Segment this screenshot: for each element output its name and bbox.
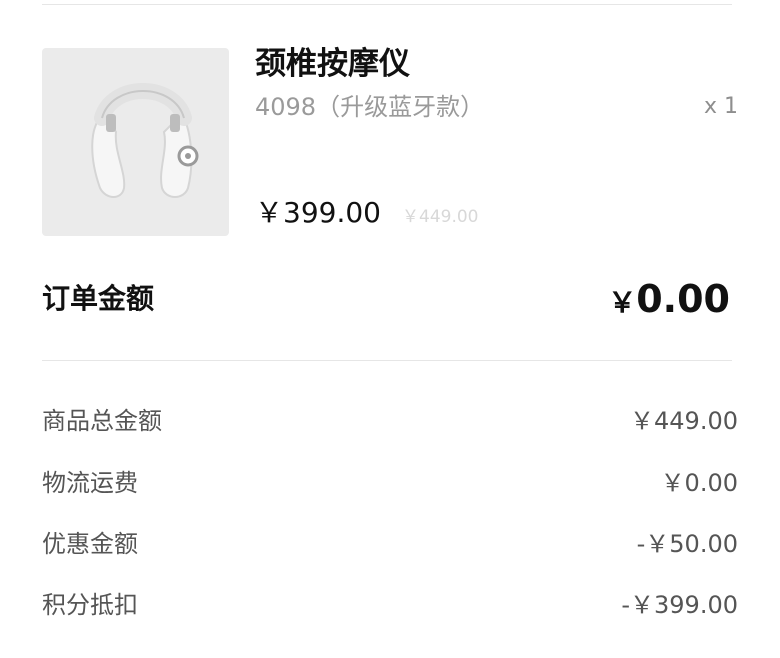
summary-label: 积分抵扣 <box>42 591 138 619</box>
summary-label: 优惠金额 <box>42 530 138 558</box>
order-amount-value: ￥0.00 <box>608 276 730 330</box>
summary-label: 物流运费 <box>42 469 138 497</box>
order-amount-number: 0.00 <box>636 277 730 321</box>
product-original-price: ￥449.00 <box>402 207 479 227</box>
product-price: ￥399.00 <box>255 196 381 229</box>
product-variant: 4098（升级蓝牙款） <box>255 93 485 121</box>
summary-value: ￥0.00 <box>660 469 738 497</box>
summary-label: 商品总金额 <box>42 407 162 435</box>
product-title: 颈椎按摩仪 <box>255 46 410 82</box>
product-quantity: x 1 <box>703 94 738 119</box>
summary-row-discount: 优惠金额 -￥50.00 <box>42 527 738 561</box>
summary-divider <box>42 360 732 361</box>
summary-row-goods-total: 商品总金额 ￥449.00 <box>42 404 738 438</box>
neck-massager-icon <box>91 83 199 198</box>
summary-value: ￥449.00 <box>630 407 738 435</box>
product-image[interactable] <box>42 48 229 236</box>
order-amount-label: 订单金额 <box>42 282 155 315</box>
summary-row-points-deduction: 积分抵扣 -￥399.00 <box>42 588 738 622</box>
product-item[interactable]: 颈椎按摩仪 4098（升级蓝牙款） x 1 ￥399.00 ￥449.00 <box>42 48 738 236</box>
top-divider <box>42 4 732 5</box>
order-currency-symbol: ￥ <box>608 286 637 319</box>
summary-value: -￥50.00 <box>636 530 738 558</box>
summary-value: -￥399.00 <box>621 591 738 619</box>
summary-row-shipping: 物流运费 ￥0.00 <box>42 466 738 500</box>
